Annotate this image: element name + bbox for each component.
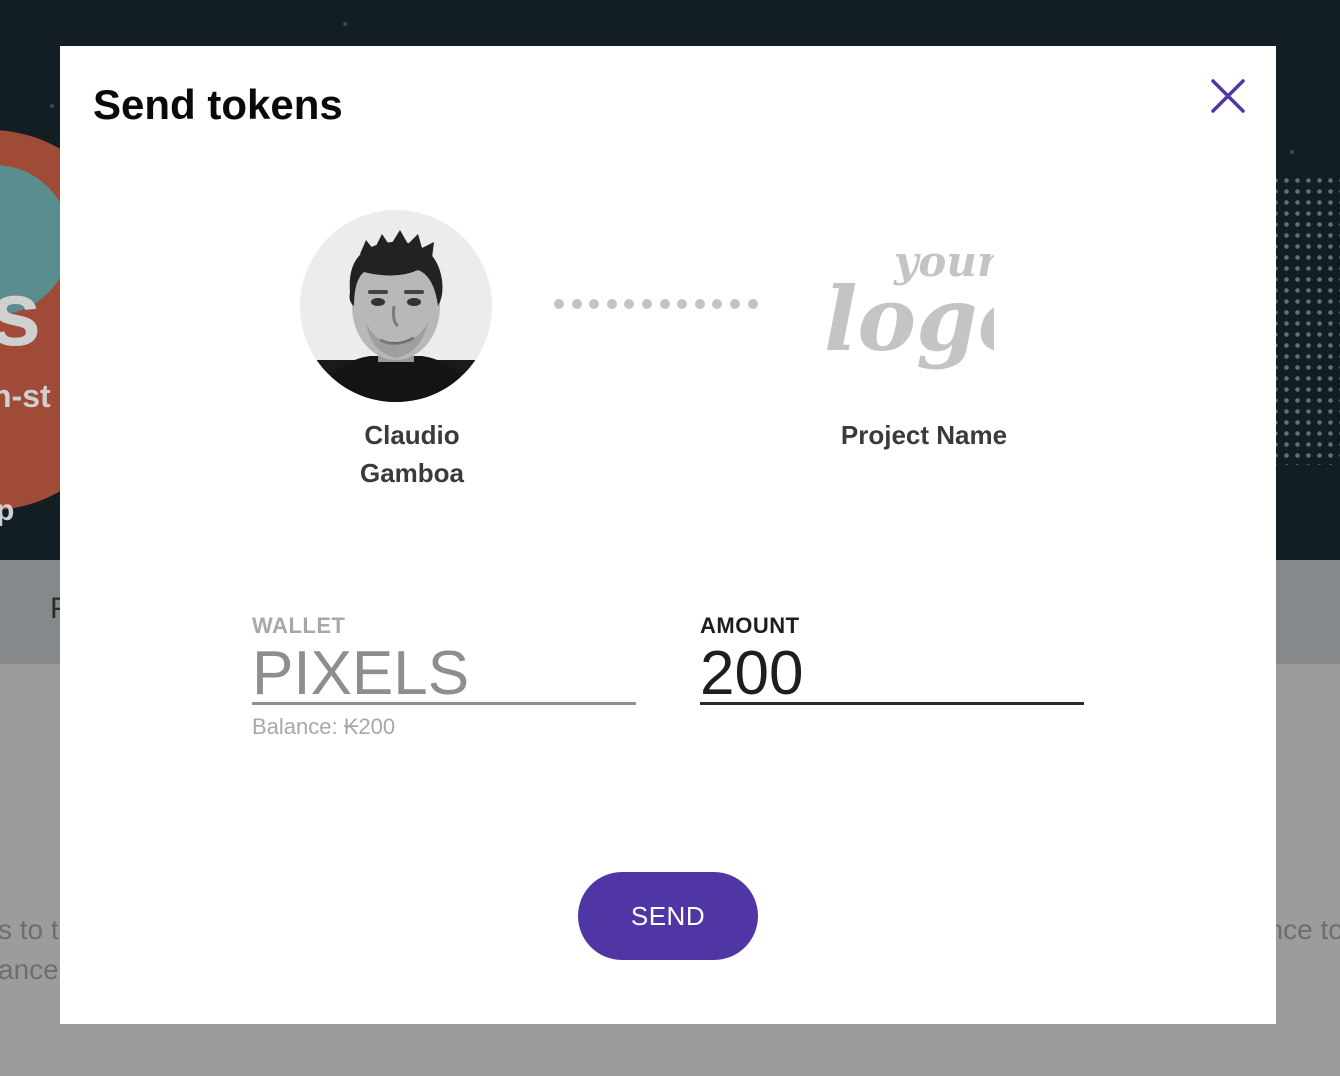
star-dot (343, 22, 347, 26)
close-button[interactable] (1206, 74, 1250, 118)
close-icon (1211, 79, 1245, 113)
user-avatar-icon (300, 210, 492, 402)
send-button[interactable]: SEND (578, 872, 758, 960)
modal-title: Send tokens (93, 81, 343, 128)
avatar (300, 210, 492, 402)
dotted-connector-icon (554, 299, 758, 309)
wallet-select[interactable] (252, 642, 636, 706)
sender-last-name: Gamboa (359, 458, 465, 488)
amount-input[interactable] (700, 642, 1084, 706)
background-text: s to t (0, 914, 59, 945)
background-text: ance (0, 954, 59, 985)
star-dot (50, 104, 54, 108)
dot-matrix-decoration (1270, 175, 1340, 465)
project-logo-icon: your logo (824, 237, 994, 371)
wallet-balance: Balance: ₭200 (252, 714, 396, 739)
background-hero-subtitle: n-st (0, 378, 51, 414)
amount-underline (700, 702, 1084, 705)
sender-name: Claudio Gamboa (326, 416, 498, 492)
logo-text-large: logo (824, 267, 994, 371)
wallet-label: WALLET (252, 613, 346, 638)
star-dot (1290, 150, 1294, 154)
wallet-underline (252, 702, 636, 705)
project-name: Project Name (840, 420, 1008, 450)
send-tokens-modal: Send tokens Claudio Gamboa your log Proj… (60, 46, 1276, 1024)
background-hero-extra: p (0, 494, 15, 527)
sender-first-name: Claudio (364, 420, 460, 450)
amount-label: AMOUNT (700, 613, 800, 638)
